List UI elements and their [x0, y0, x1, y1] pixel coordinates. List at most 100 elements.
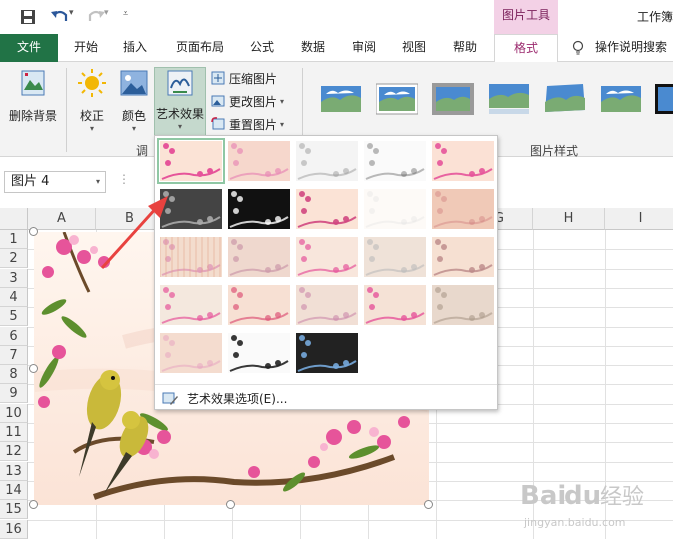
- name-box-caret-icon[interactable]: ▾: [96, 172, 100, 192]
- undo-icon[interactable]: [50, 7, 70, 25]
- watermark-brand: Bai: [520, 481, 566, 511]
- name-box[interactable]: 图片 4 ▾: [4, 171, 106, 193]
- artistic-effect-thumb[interactable]: [296, 237, 358, 277]
- artistic-effect-preview: [364, 285, 426, 325]
- reset-picture-button[interactable]: 重置图片 ▾: [210, 114, 284, 134]
- resize-handle-bottom-left[interactable]: [29, 500, 38, 509]
- redo-dropdown-icon[interactable]: ▾: [104, 8, 109, 18]
- picture-style-4[interactable]: [488, 80, 530, 116]
- tab-formulas[interactable]: 公式: [246, 34, 278, 62]
- resize-handle-bottom[interactable]: [226, 500, 235, 509]
- resize-handle-top-left[interactable]: [29, 227, 38, 236]
- row-header-16[interactable]: 16: [0, 519, 28, 539]
- artistic-effect-thumb[interactable]: [228, 285, 290, 325]
- row-header-1[interactable]: 1: [0, 230, 28, 249]
- resize-handle-bottom-right[interactable]: [424, 500, 433, 509]
- corrections-button[interactable]: 校正 ▾: [72, 68, 112, 140]
- remove-background-button[interactable]: 删除背景: [6, 68, 60, 128]
- row-header-4[interactable]: 4: [0, 287, 28, 307]
- column-header-i[interactable]: I: [605, 208, 673, 230]
- change-picture-button[interactable]: 更改图片 ▾: [210, 91, 284, 111]
- tab-help[interactable]: 帮助: [449, 34, 481, 62]
- artistic-effects-options-item[interactable]: 艺术效果选项(E)...: [161, 389, 287, 407]
- artistic-effect-preview: [160, 333, 222, 373]
- artistic-effect-thumb[interactable]: [228, 141, 290, 181]
- row-header-3[interactable]: 3: [0, 268, 28, 288]
- artistic-effect-thumb[interactable]: [160, 285, 222, 325]
- artistic-effect-thumb[interactable]: [296, 141, 358, 181]
- row-header-6[interactable]: 6: [0, 326, 28, 346]
- artistic-effects-button[interactable]: 艺术效果 ▾: [154, 67, 206, 139]
- row-header-12[interactable]: 12: [0, 442, 28, 462]
- picture-style-1[interactable]: [320, 80, 362, 116]
- row-header-13[interactable]: 13: [0, 461, 28, 481]
- picture-style-6[interactable]: [600, 80, 642, 116]
- picture-style-5[interactable]: [544, 80, 586, 116]
- row-header-15[interactable]: 15: [0, 500, 28, 520]
- column-header-h[interactable]: H: [533, 208, 605, 230]
- redo-icon[interactable]: [86, 7, 106, 25]
- reset-picture-label: 重置图片: [229, 117, 278, 132]
- row-header-11[interactable]: 11: [0, 423, 28, 442]
- artistic-effects-caret-icon: ▾: [177, 122, 182, 131]
- artistic-options-icon: [162, 392, 178, 405]
- tab-view[interactable]: 视图: [398, 34, 430, 62]
- picture-style-2[interactable]: [376, 80, 418, 116]
- change-picture-caret-icon: ▾: [280, 96, 285, 106]
- picture-style-7[interactable]: [654, 80, 673, 116]
- gallery-separator: [155, 384, 497, 385]
- artistic-effect-preview: [432, 189, 494, 229]
- artistic-effect-preview: [160, 285, 222, 325]
- row-header-8[interactable]: 8: [0, 365, 28, 385]
- tab-insert[interactable]: 插入: [119, 34, 151, 62]
- artistic-effect-thumb[interactable]: [364, 285, 426, 325]
- tab-page-layout[interactable]: 页面布局: [173, 34, 227, 62]
- artistic-effect-preview: [228, 333, 290, 373]
- artistic-effect-thumb[interactable]: [364, 237, 426, 277]
- save-icon[interactable]: [20, 9, 36, 25]
- customize-qat-icon[interactable]: ⩡: [123, 9, 128, 19]
- row-header-9[interactable]: 9: [0, 384, 28, 404]
- artistic-effects-label: 艺术效果: [155, 107, 204, 121]
- lightbulb-icon[interactable]: [572, 40, 584, 56]
- row-header-5[interactable]: 5: [0, 307, 28, 327]
- artistic-effect-thumb[interactable]: [364, 141, 426, 181]
- artistic-effect-preview: [228, 237, 290, 277]
- sun-icon: [78, 69, 106, 97]
- resize-handle-left[interactable]: [29, 364, 38, 373]
- artistic-effect-thumb[interactable]: [228, 333, 290, 373]
- column-header-a[interactable]: A: [28, 208, 96, 230]
- row-header-14[interactable]: 14: [0, 480, 28, 500]
- artistic-effect-thumb[interactable]: [160, 333, 222, 373]
- artistic-effect-thumb[interactable]: [432, 141, 494, 181]
- artistic-effect-thumb[interactable]: [157, 138, 225, 184]
- artistic-effect-thumb[interactable]: [296, 285, 358, 325]
- select-all-corner[interactable]: [0, 208, 28, 230]
- compress-pictures-button[interactable]: 压缩图片: [210, 68, 277, 88]
- artistic-effect-thumb[interactable]: [364, 189, 426, 229]
- artistic-effects-options-label: 艺术效果选项(E)...: [187, 391, 288, 406]
- artistic-effect-thumb[interactable]: [432, 189, 494, 229]
- corrections-label: 校正: [79, 109, 104, 123]
- row-header-10[interactable]: 10: [0, 403, 28, 423]
- tab-file[interactable]: 文件: [0, 34, 58, 62]
- artistic-effect-thumb[interactable]: [432, 237, 494, 277]
- artistic-effect-thumb[interactable]: [228, 237, 290, 277]
- tab-home[interactable]: 开始: [70, 34, 102, 62]
- artistic-effect-thumb[interactable]: [228, 189, 290, 229]
- tab-review[interactable]: 审阅: [348, 34, 380, 62]
- tell-me-search[interactable]: 操作说明搜索: [595, 34, 667, 61]
- artistic-effect-thumb[interactable]: [296, 333, 358, 373]
- undo-dropdown-icon[interactable]: ▾: [69, 8, 74, 18]
- row-header-7[interactable]: 7: [0, 345, 28, 365]
- artistic-effect-preview: [296, 189, 358, 229]
- tab-data[interactable]: 数据: [297, 34, 329, 62]
- picture-style-3[interactable]: [432, 80, 474, 116]
- tab-format[interactable]: 格式: [494, 34, 558, 63]
- baidu-watermark: Bai du 经验 jingyan.baidu.com: [520, 481, 644, 529]
- row-header-2[interactable]: 2: [0, 249, 28, 269]
- color-button[interactable]: 颜色 ▾: [114, 68, 154, 140]
- artistic-effect-thumb[interactable]: [432, 285, 494, 325]
- artistic-effect-thumb[interactable]: [296, 189, 358, 229]
- corrections-caret-icon: ▾: [89, 124, 94, 133]
